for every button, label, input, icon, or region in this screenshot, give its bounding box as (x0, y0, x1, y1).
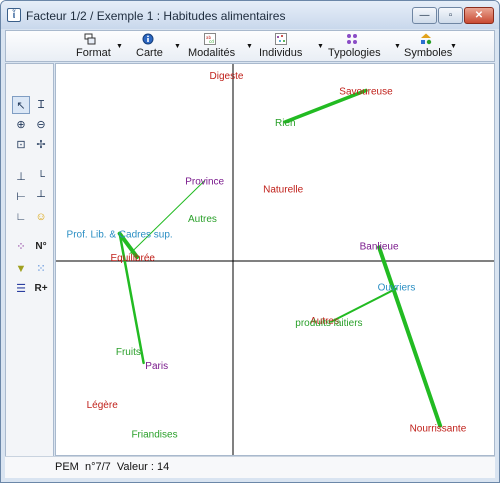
point-label-0[interactable]: Digeste (210, 71, 244, 82)
zoom-in-icon[interactable]: ⊕ (12, 116, 30, 134)
point-label-6[interactable]: Prof. Lib. & Cadres sup. (67, 230, 173, 241)
minimize-button[interactable]: — (412, 7, 437, 24)
chevron-down-icon: ▼ (174, 43, 181, 50)
typologies-icon (347, 34, 357, 44)
smiley-icon[interactable]: ☺ (32, 208, 50, 226)
chevron-down-icon: ▼ (246, 43, 253, 50)
point-label-14[interactable]: Légère (87, 400, 119, 411)
point-label-13[interactable]: Paris (145, 361, 168, 372)
link-line-4 (377, 245, 443, 428)
individus-menu-button[interactable]: Individus ▼ (259, 33, 329, 61)
info-map-icon (142, 33, 154, 45)
fit-view-icon[interactable]: ⊡ (12, 136, 30, 154)
title-bar: ἶ Facteur 1/2 / Exemple 1 : Habitudes al… (1, 1, 499, 29)
left-tools-panel: ↖ Ɪ ⊕ ⊖ ⊡ ✢ ⊥ └ ⊢ ┴ ∟ ☺ ⁘ N° ▼ ⁙ ☰ R+ (5, 63, 54, 461)
close-button[interactable]: ✕ (464, 7, 494, 24)
axis-left-icon[interactable]: ⊢ (12, 188, 30, 206)
point-label-12[interactable]: Fruits (116, 347, 141, 358)
app-window: ἶ Facteur 1/2 / Exemple 1 : Habitudes al… (0, 0, 500, 483)
symboles-menu-button[interactable]: Symboles ▼ (404, 33, 474, 61)
individuals-scatter-icon (275, 33, 287, 45)
point-label-11[interactable]: produits laitiers (295, 318, 362, 329)
factor-map-svg: Digeste Savoureuse Rien Province Naturelle Au… (56, 64, 494, 455)
r-plus-button[interactable]: R+ (32, 280, 50, 298)
axis-right-icon[interactable]: └ (32, 168, 50, 186)
modalites-menu-label: Modalités (188, 47, 236, 59)
point-label-8[interactable]: Equilibrée (110, 253, 155, 264)
chevron-down-icon: ▼ (317, 43, 324, 50)
axis-angle-icon[interactable]: ∟ (12, 208, 30, 226)
chevron-down-icon: ▼ (394, 43, 401, 50)
maximize-button[interactable]: ▫ (438, 7, 463, 24)
svg-text:cd: cd (209, 39, 214, 44)
point-label-5[interactable]: Autres (188, 214, 217, 225)
point-label-3[interactable]: Province (185, 177, 224, 188)
carte-menu-button[interactable]: Carte ▼ (136, 33, 191, 61)
carte-menu-label: Carte (136, 47, 163, 59)
lines-icon[interactable]: ☰ (12, 280, 30, 298)
typologies-menu-label: Typologies (328, 47, 381, 59)
point-label-16[interactable]: Nourrissante (410, 424, 467, 435)
axis-dash-icon[interactable]: ┴ (32, 188, 50, 206)
scatter-small-icon[interactable]: ⁘ (12, 238, 30, 256)
zoom-out-icon[interactable]: ⊖ (32, 116, 50, 134)
axis-up-icon[interactable]: ⊥ (12, 168, 30, 186)
chevron-down-icon: ▼ (450, 43, 457, 50)
format-icon (84, 33, 96, 45)
status-bar: PEM n°7/7 Valeur : 14 (5, 456, 495, 478)
typologies-menu-button[interactable]: Typologies ▼ (328, 33, 408, 61)
app-icon: ἶ (7, 8, 21, 22)
select-arrow-icon[interactable]: ↖ (12, 96, 30, 114)
funnel-icon[interactable]: ▼ (12, 260, 30, 278)
format-menu-button[interactable]: Format ▼ (76, 33, 136, 61)
format-menu-label: Format (76, 47, 111, 59)
chevron-down-icon: ▼ (116, 43, 123, 50)
symboles-menu-label: Symboles (404, 47, 453, 59)
point-label-4[interactable]: Naturelle (263, 184, 303, 195)
point-label-1[interactable]: Savoureuse (339, 86, 393, 97)
modalities-icon: ab cd (204, 33, 216, 45)
point-label-7[interactable]: Banlieue (360, 241, 399, 252)
main-toolbar: Format ▼ Carte ▼ ab cd Modalités ▼ Indiv (5, 30, 495, 62)
status-text: PEM n°7/7 Valeur : 14 (55, 461, 170, 473)
window-title: Facteur 1/2 / Exemple 1 : Habitudes alim… (26, 9, 286, 23)
point-label-15[interactable]: Friandises (131, 429, 177, 440)
factor-map-plot[interactable]: Digeste Savoureuse Rien Province Naturelle Au… (55, 63, 495, 456)
number-toggle-button[interactable]: N° (32, 238, 50, 256)
symbols-icon (421, 33, 432, 45)
modalites-menu-button[interactable]: ab cd Modalités ▼ (188, 33, 258, 61)
point-label-9[interactable]: Ouvriers (378, 282, 416, 293)
dots-icon[interactable]: ⁙ (32, 260, 50, 278)
individus-menu-label: Individus (259, 47, 303, 59)
text-cursor-icon[interactable]: Ɪ (32, 96, 50, 114)
move-cross-icon[interactable]: ✢ (32, 136, 50, 154)
point-label-2[interactable]: Rien (275, 118, 296, 129)
